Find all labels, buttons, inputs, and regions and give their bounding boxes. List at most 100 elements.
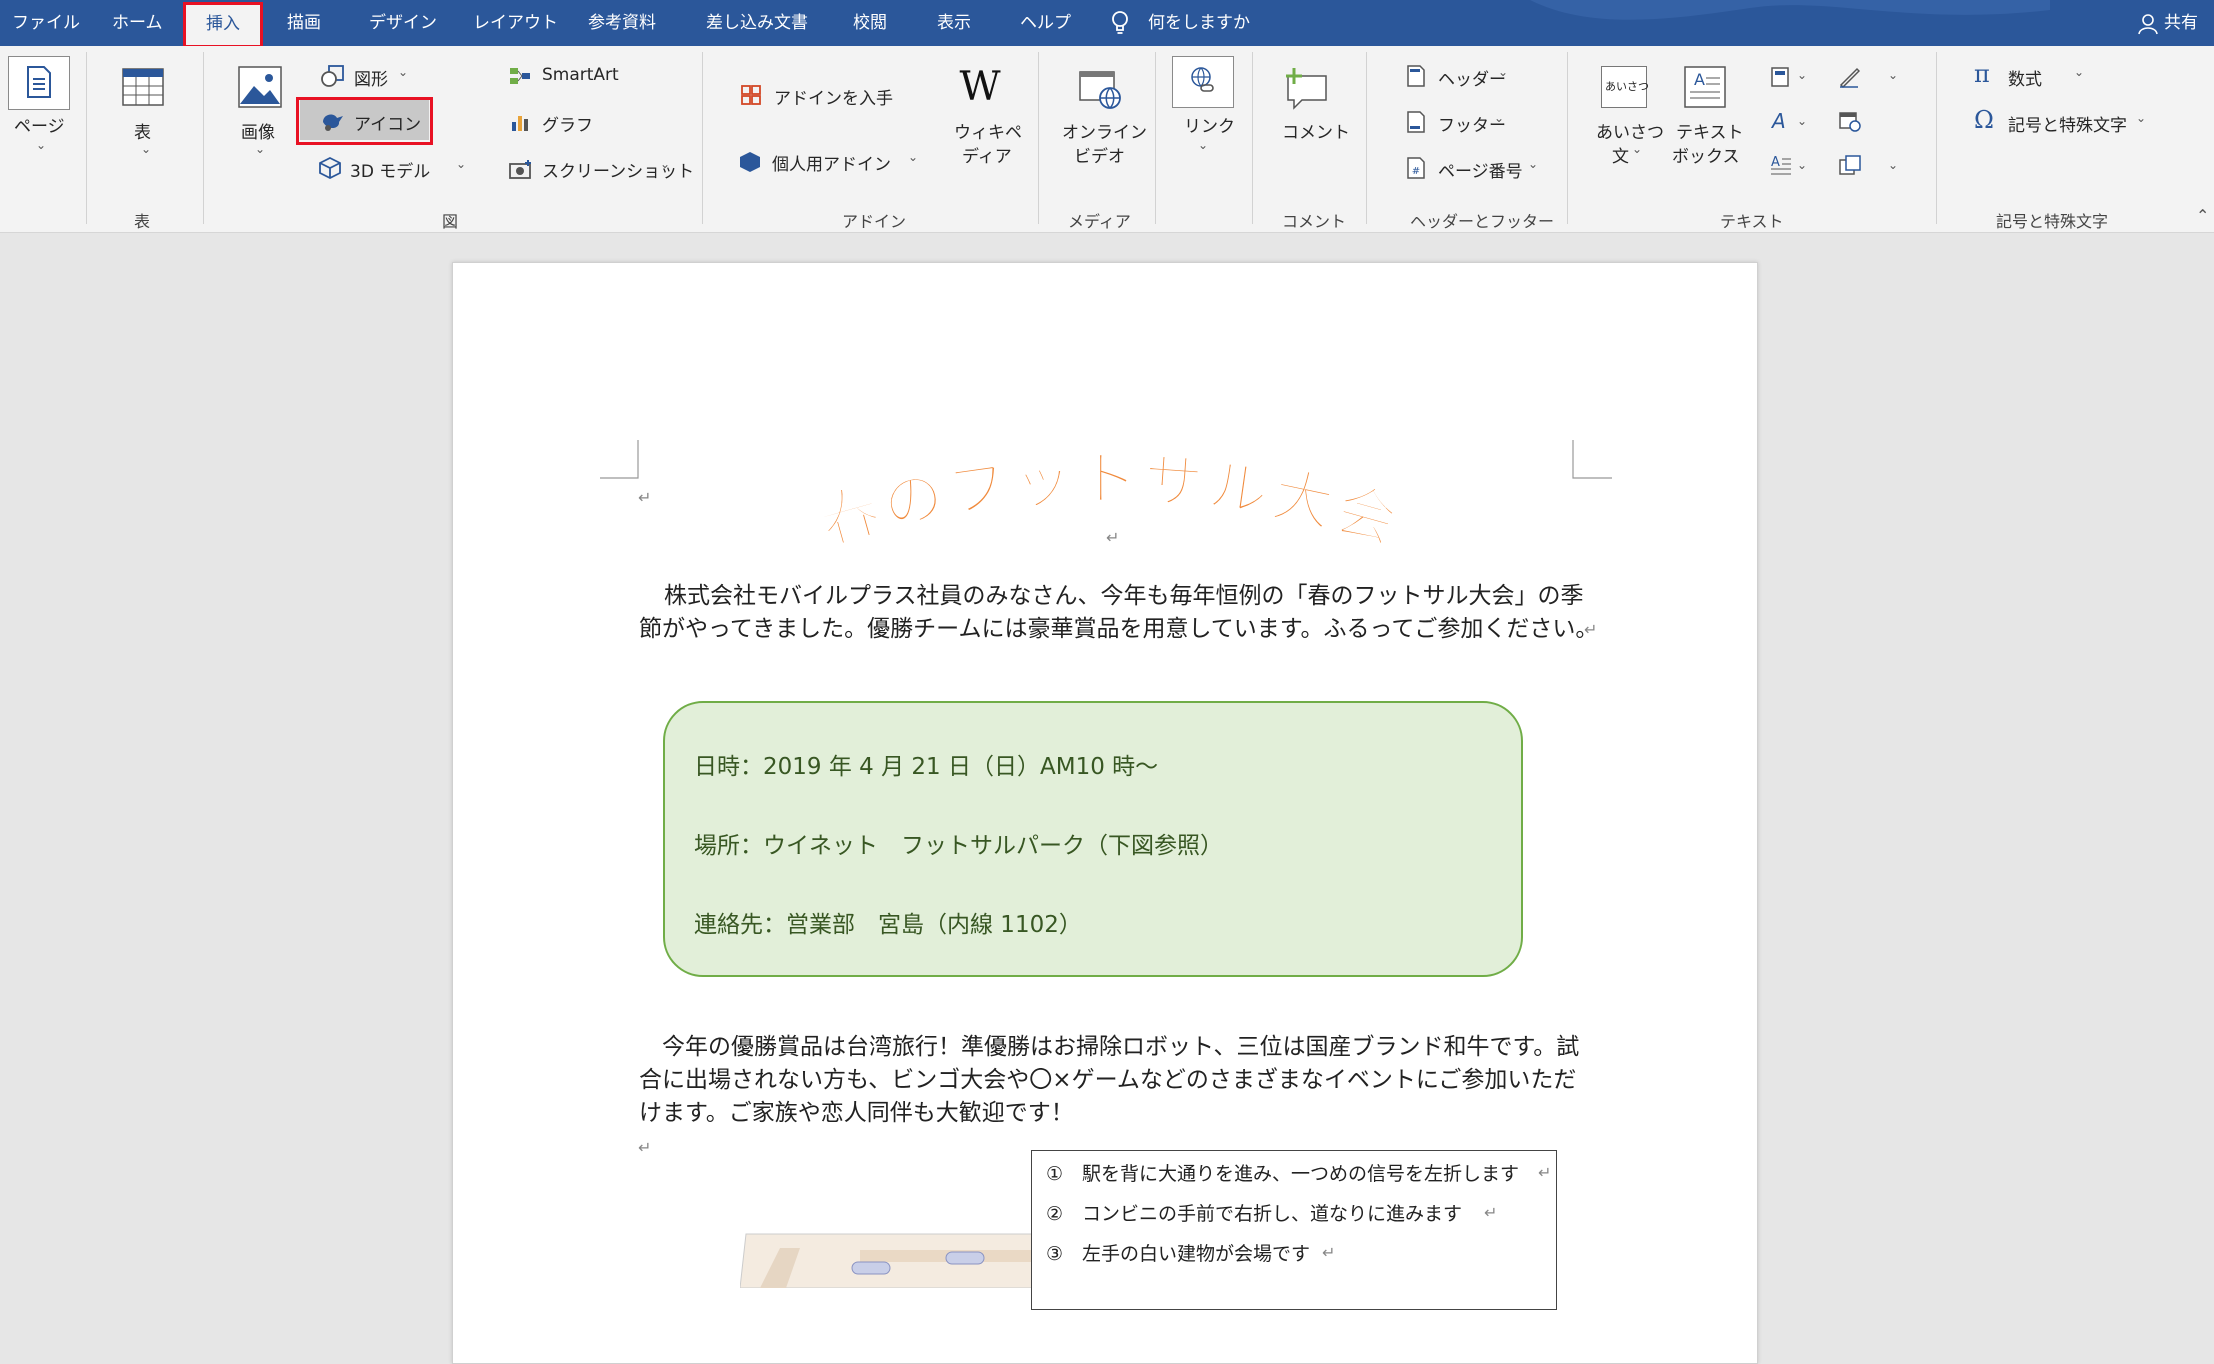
omega-icon: Ω — [1974, 106, 1994, 134]
date-time-icon[interactable] — [1838, 110, 1862, 132]
tab-references[interactable]: 参考資料 — [588, 0, 656, 46]
header-footer-group-label: ヘッダーとフッター — [1410, 212, 1555, 231]
shapes-button[interactable]: 図形 — [354, 65, 388, 90]
group-separator — [86, 52, 87, 224]
pages-dropdown-caret[interactable]: ⌄ — [36, 138, 46, 152]
greeting-icon-text: あいさつ — [1605, 80, 1649, 93]
screenshot-icon — [509, 160, 531, 179]
paragraph-mark: ↵ — [1484, 1203, 1498, 1222]
page-number-dropdown-caret[interactable]: ⌄ — [1528, 157, 1538, 171]
greeting-label-line2[interactable]: 文 — [1612, 142, 1629, 167]
margin-corner-top-left — [600, 440, 639, 479]
drop-cap-icon[interactable]: A — [1770, 154, 1792, 176]
pages-label: ページ — [14, 117, 65, 137]
greeting-dropdown-caret[interactable]: ⌄ — [1632, 142, 1642, 156]
link-button[interactable] — [1172, 56, 1234, 108]
insert-tab-highlight — [183, 2, 263, 48]
quick-parts-dropdown-caret[interactable]: ⌄ — [1797, 68, 1807, 82]
prize-line-2: 合に出場されない方も、ビンゴ大会や〇×ゲームなどのさまざまなイベントにご参加いた… — [639, 1067, 1577, 1093]
drop-cap-dropdown-caret[interactable]: ⌄ — [1797, 158, 1807, 172]
table-button-label[interactable]: 表 — [134, 118, 151, 143]
online-video-label-line1[interactable]: オンライン — [1062, 118, 1147, 143]
chart-icon — [512, 116, 528, 131]
comment-button-label[interactable]: コメント — [1282, 118, 1350, 143]
text-box-label-line1[interactable]: テキスト — [1676, 118, 1744, 143]
link-icon — [1191, 67, 1214, 92]
equation-dropdown-caret[interactable]: ⌄ — [2074, 65, 2084, 79]
tab-design[interactable]: デザイン — [369, 0, 437, 46]
my-addins-button[interactable]: 個人用アドイン — [772, 150, 891, 175]
pictures-button-label[interactable]: 画像 — [241, 118, 275, 143]
event-info-box[interactable]: 日時：2019 年 4 月 21 日（日）AM10 時～ 場所：ウイネット フッ… — [663, 701, 1523, 977]
equation-button[interactable]: 数式 — [2008, 65, 2042, 90]
table-dropdown-caret[interactable]: ⌄ — [141, 142, 151, 156]
my-addins-dropdown-caret[interactable]: ⌄ — [908, 150, 918, 164]
tab-help[interactable]: ヘルプ — [1020, 0, 1071, 46]
smartart-button[interactable]: SmartArt — [542, 65, 619, 85]
greeting-label-line1[interactable]: あいさつ — [1596, 118, 1664, 143]
tab-layout[interactable]: レイアウト — [473, 0, 558, 46]
pages-button[interactable] — [8, 56, 70, 110]
route-directions-box[interactable]: ① 駅を背に大通りを進み、一つめの信号を左折します ② コンビニの手前で右折し、… — [1031, 1150, 1557, 1310]
text-box-dropdown-caret[interactable]: ⌄ — [1728, 142, 1738, 156]
object-icon[interactable] — [1838, 154, 1862, 176]
margin-corner-top-right — [1572, 440, 1612, 479]
tab-file[interactable]: ファイル — [12, 0, 80, 46]
3d-models-dropdown-caret[interactable]: ⌄ — [456, 157, 466, 171]
paragraph-mark: ↵ — [1322, 1243, 1336, 1262]
tab-draw[interactable]: 描画 — [287, 0, 321, 46]
text-box-icon[interactable]: A — [1684, 66, 1726, 108]
tab-review[interactable]: 校閲 — [853, 0, 887, 46]
header-dropdown-caret[interactable]: ⌄ — [1498, 65, 1508, 79]
wordart-icon[interactable]: A — [1770, 110, 1790, 132]
paragraph-mark: ↵ — [638, 1138, 652, 1157]
tab-mailings[interactable]: 差し込み文書 — [706, 0, 808, 46]
tab-home[interactable]: ホーム — [112, 0, 163, 46]
symbol-dropdown-caret[interactable]: ⌄ — [2136, 111, 2146, 125]
page-number-button[interactable]: ページ番号 — [1438, 157, 1523, 182]
chart-button[interactable]: グラフ — [542, 111, 593, 136]
header-button[interactable]: ヘッダー — [1438, 65, 1506, 90]
group-separator — [1936, 52, 1937, 224]
pictures-dropdown-caret[interactable]: ⌄ — [255, 142, 265, 156]
table-icon[interactable] — [122, 68, 164, 106]
quick-parts-icon[interactable] — [1770, 66, 1790, 88]
online-video-label-line2[interactable]: ビデオ — [1074, 142, 1125, 167]
online-video-icon[interactable] — [1078, 66, 1124, 110]
store-icon — [741, 85, 761, 105]
screenshot-button[interactable]: スクリーンショット — [542, 157, 694, 182]
picture-icon[interactable] — [238, 66, 282, 108]
signature-line-dropdown-caret[interactable]: ⌄ — [1888, 68, 1898, 82]
wordart-title[interactable]: 春のフットサル大会 — [790, 430, 1430, 570]
greeting-icon[interactable]: あいさつ — [1601, 66, 1649, 108]
group-separator — [702, 52, 703, 224]
smartart-icon — [510, 68, 530, 84]
object-dropdown-caret[interactable]: ⌄ — [1888, 158, 1898, 172]
paragraph-mark: ↵ — [1584, 620, 1598, 639]
group-separator — [1366, 52, 1367, 224]
addins-group-label: アドイン — [842, 212, 907, 231]
screenshot-dropdown-caret[interactable]: ⌄ — [660, 157, 670, 171]
route-step-2: ② コンビニの手前で右折し、道なりに進みます — [1046, 1203, 1463, 1225]
footer-dropdown-caret[interactable]: ⌄ — [1494, 111, 1504, 125]
signature-line-icon[interactable] — [1838, 66, 1860, 88]
title-bar-decoration — [1530, 0, 2050, 20]
3d-models-button[interactable]: 3D モデル — [350, 157, 430, 182]
venue-map-image[interactable] — [740, 1228, 1036, 1288]
route-step-3: ③ 左手の白い建物が会場です — [1046, 1243, 1311, 1265]
shapes-dropdown-caret[interactable]: ⌄ — [398, 65, 408, 79]
collapse-ribbon-icon[interactable]: ⌃ — [2196, 206, 2209, 225]
paragraph-mark: ↵ — [638, 488, 652, 507]
svg-text:#: # — [1412, 166, 1420, 177]
wikipedia-label-line2[interactable]: ディア — [962, 142, 1012, 167]
link-dropdown-caret[interactable]: ⌄ — [1198, 138, 1208, 152]
tab-view[interactable]: 表示 — [937, 0, 971, 46]
new-comment-icon[interactable] — [1284, 66, 1330, 110]
wordart-dropdown-caret[interactable]: ⌄ — [1797, 114, 1807, 128]
tell-me-search[interactable]: 何をしますか — [1148, 0, 1250, 46]
route-step-1: ① 駅を背に大通りを進み、一つめの信号を左折します — [1046, 1163, 1520, 1185]
get-addins-button[interactable]: アドインを入手 — [774, 84, 893, 109]
wikipedia-label-line1[interactable]: ウィキペ — [954, 118, 1022, 143]
symbol-button[interactable]: 記号と特殊文字 — [2008, 111, 2127, 136]
share-button[interactable]: 共有 — [2164, 0, 2198, 46]
